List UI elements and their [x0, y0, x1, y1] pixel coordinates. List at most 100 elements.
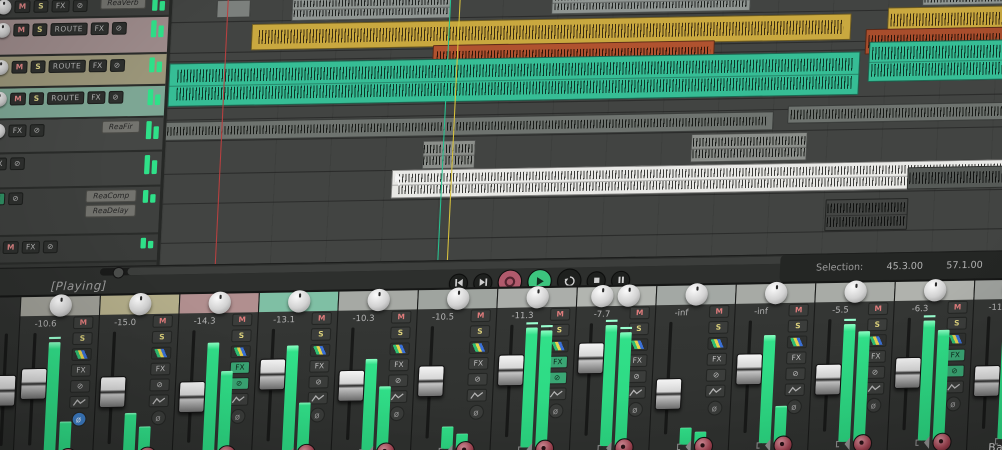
phase-button[interactable]: ø — [706, 400, 723, 416]
fx-button[interactable]: FX — [21, 240, 40, 254]
mute-button[interactable]: M — [549, 307, 571, 321]
fader-handle[interactable] — [177, 380, 206, 414]
speaker-icon[interactable] — [909, 436, 930, 450]
fader-handle[interactable] — [814, 363, 843, 397]
mixer-strip[interactable]: -10.6 M S FX ⊘ ø — [11, 294, 100, 450]
trim-knob[interactable] — [0, 91, 8, 107]
fader-handle[interactable] — [972, 364, 1001, 398]
solo-button[interactable]: S — [28, 92, 45, 106]
fx-bypass-button[interactable]: ⊘ — [9, 157, 25, 171]
media-item[interactable] — [421, 139, 477, 170]
fader-handle[interactable] — [98, 376, 127, 409]
mute-button[interactable]: M — [788, 303, 810, 317]
fader-handle[interactable] — [0, 374, 17, 407]
mixer-strip[interactable]: -11.3 M S FX ⊘ ø — [488, 285, 577, 450]
media-item[interactable] — [291, 0, 452, 22]
mixer-strip[interactable]: -10.3 M S FX ⊘ ø — [329, 288, 418, 450]
fader-handle[interactable] — [337, 370, 366, 403]
mute-button[interactable]: M — [947, 300, 968, 314]
phase-button[interactable]: ø — [547, 403, 564, 419]
trim-knob[interactable] — [0, 0, 12, 15]
phase-button[interactable]: ø — [229, 408, 246, 424]
solo-button[interactable]: S — [32, 23, 48, 37]
fx-chip[interactable]: ReaComp — [85, 189, 137, 203]
fx-button[interactable]: FX — [0, 192, 6, 206]
mute-button[interactable]: M — [72, 316, 94, 330]
route-button[interactable]: ROUTE — [48, 59, 86, 74]
mixer-strip[interactable]: -10.5 M S FX ⊘ ø — [409, 287, 498, 450]
fx-button[interactable]: FX — [0, 157, 7, 171]
trim-knob[interactable] — [0, 22, 11, 38]
speaker-icon[interactable] — [352, 445, 374, 450]
track-name[interactable]: Bass — [988, 442, 1002, 450]
media-item[interactable] — [867, 38, 1002, 83]
mute-button[interactable]: M — [867, 302, 889, 316]
fader-handle[interactable] — [496, 353, 525, 387]
trim-knob[interactable] — [0, 123, 6, 139]
fx-button[interactable]: FX — [86, 91, 106, 105]
speaker-icon[interactable] — [670, 440, 692, 450]
route-button[interactable]: ROUTE — [50, 22, 88, 36]
speaker-icon[interactable] — [432, 444, 453, 450]
fader-handle[interactable] — [258, 357, 287, 391]
fx-bypass-button[interactable]: ⊘ — [107, 90, 124, 104]
fader-handle[interactable] — [735, 353, 764, 386]
fx-button[interactable]: FX — [8, 124, 27, 138]
fx-button[interactable]: FX — [51, 0, 70, 13]
phase-button[interactable]: ø — [468, 404, 484, 420]
mute-button[interactable]: M — [629, 306, 651, 320]
mute-button[interactable]: M — [231, 313, 253, 327]
phase-button[interactable]: ø — [945, 396, 961, 412]
solo-button[interactable]: S — [30, 60, 46, 74]
trim-knob[interactable] — [0, 59, 9, 76]
phase-button[interactable]: ø — [70, 411, 87, 427]
mixer-strip[interactable]: -inf M S FX ⊘ ø — [647, 283, 736, 450]
phase-button[interactable]: ø — [865, 397, 882, 413]
mixer-strip[interactable]: -7.7 M S FX ⊘ ø — [568, 284, 657, 450]
mute-button[interactable]: M — [470, 309, 492, 323]
speaker-icon[interactable] — [511, 443, 533, 450]
speaker-icon[interactable] — [829, 437, 851, 450]
mute-button[interactable]: M — [390, 310, 412, 324]
record-arm-button[interactable] — [852, 433, 873, 450]
scrollbar-end-knob[interactable] — [112, 266, 125, 279]
track-panel-row[interactable]: FX⊘ ReaCompReaDelay — [0, 186, 161, 238]
mixer-strip[interactable]: -5.5 M S FX ⊘ ø — [806, 280, 895, 450]
fx-button[interactable]: FX — [90, 22, 109, 36]
fader-handle[interactable] — [654, 378, 683, 411]
mute-button[interactable]: M — [11, 60, 28, 74]
fader-handle[interactable] — [19, 367, 48, 401]
fx-bypass-button[interactable]: ⊘ — [72, 0, 88, 13]
phase-button[interactable]: ø — [309, 407, 325, 423]
media-item[interactable] — [906, 165, 1002, 190]
selection-end[interactable]: 57.1.00 — [946, 260, 983, 271]
route-button[interactable]: ROUTE — [46, 91, 85, 105]
mute-button[interactable]: M — [152, 314, 174, 328]
fx-bypass-button[interactable]: ⊘ — [111, 21, 127, 35]
selection-start[interactable]: 45.3.00 — [886, 261, 923, 272]
fx-bypass-button[interactable]: ⊘ — [109, 58, 125, 72]
track-panel-row[interactable]: M S ROUTE FX ⊘ — [0, 16, 169, 58]
fader-handle[interactable] — [416, 364, 445, 398]
fx-chip[interactable]: ReaVerb — [99, 0, 147, 10]
speaker-icon[interactable] — [750, 438, 771, 450]
phase-button[interactable]: ø — [388, 406, 405, 422]
record-arm-button[interactable] — [693, 436, 714, 450]
track-panel-row[interactable]: FX ⊘ — [0, 151, 163, 190]
mixer-strip[interactable]: -13.1 M S FX ⊘ ø — [250, 290, 339, 450]
track-panel-row[interactable]: FX ⊘ ReaFir — [0, 117, 164, 155]
mute-button[interactable]: M — [13, 23, 30, 37]
record-arm-button[interactable] — [932, 432, 953, 450]
speaker-icon[interactable] — [591, 441, 612, 450]
fader-handle[interactable] — [893, 356, 922, 389]
phase-button[interactable]: ø — [786, 399, 802, 415]
fx-bypass-button[interactable]: ⊘ — [42, 240, 58, 254]
media-item[interactable] — [787, 101, 1002, 124]
fx-chip[interactable]: ReaFir — [101, 120, 141, 134]
mixer-strip[interactable]: -inf M S FX ⊘ ø — [727, 281, 816, 450]
fader-handle[interactable] — [576, 342, 605, 375]
mixer-strip[interactable]: -14.3 M S FX ⊘ ø — [170, 291, 259, 450]
mute-button[interactable]: M — [14, 0, 31, 14]
record-arm-button[interactable] — [773, 435, 794, 450]
record-arm-button[interactable] — [614, 438, 635, 450]
